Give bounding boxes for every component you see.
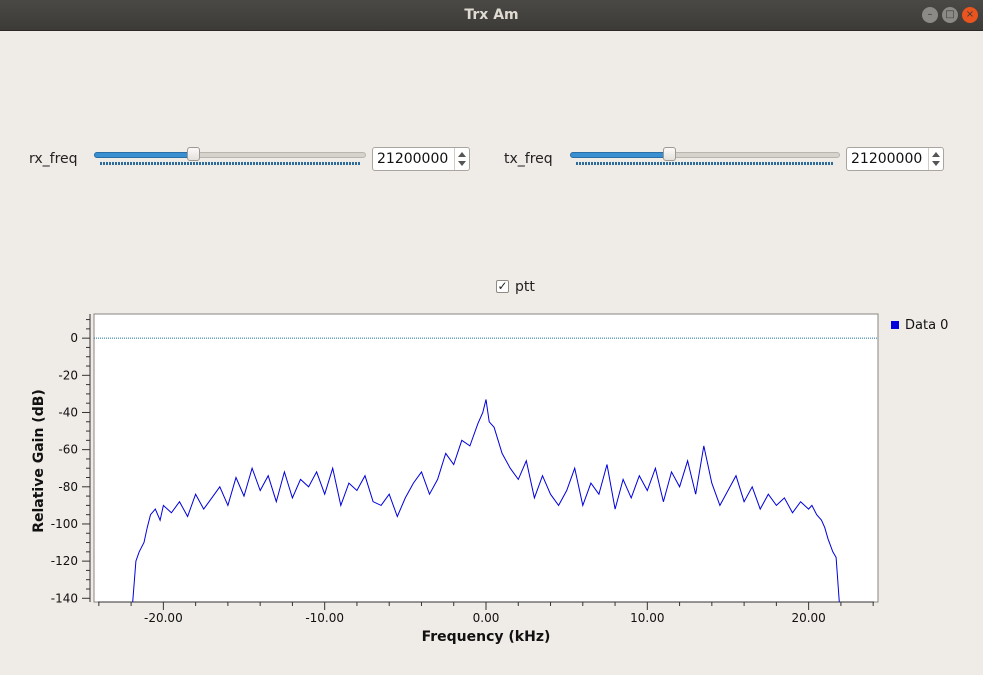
ptt-checkbox[interactable]: ✓ (496, 280, 509, 293)
slider-handle[interactable] (187, 147, 200, 161)
rx-freq-label: rx_freq (29, 151, 78, 167)
tx-freq-value[interactable]: 21200000 (851, 151, 922, 167)
y-tick-label: -80 (58, 480, 78, 494)
legend-entry[interactable]: Data 0 (905, 318, 948, 333)
spin-up-icon[interactable] (458, 152, 466, 157)
slider-handle[interactable] (663, 147, 676, 161)
spin-down-icon[interactable] (458, 161, 466, 166)
x-tick-label: -10.00 (305, 611, 344, 625)
window-title: Trx Am (464, 7, 519, 23)
x-tick-label: 0.00 (473, 611, 500, 625)
tx-freq-spinbox[interactable]: 21200000 (846, 147, 944, 171)
spin-arrows[interactable] (454, 148, 469, 170)
x-tick-label: 10.00 (630, 611, 664, 625)
plot-canvas[interactable] (93, 313, 879, 603)
slider-fill (94, 152, 194, 158)
y-tick-label: -140 (51, 591, 78, 605)
ptt-label: ptt (515, 279, 535, 295)
slider-fill (570, 152, 670, 158)
frequency-plot[interactable]: -20.00 -10.00 0.00 10.00 20.00 0 -20 -40 -60 -80… (0, 300, 983, 675)
rx-freq-slider[interactable] (94, 146, 366, 168)
rx-freq-value[interactable]: 21200000 (377, 151, 448, 167)
x-tick-label: 20.00 (791, 611, 825, 625)
spin-arrows[interactable] (928, 148, 943, 170)
y-tick-label: -60 (58, 443, 78, 457)
spin-up-icon[interactable] (932, 152, 940, 157)
y-tick-label: -40 (58, 405, 78, 419)
x-tick-label: -20.00 (144, 611, 183, 625)
legend-swatch (891, 321, 899, 329)
minimize-icon[interactable]: – (922, 7, 938, 23)
x-axis: -20.00 -10.00 0.00 10.00 20.00 (98, 601, 874, 625)
x-axis-label: Frequency (kHz) (422, 629, 551, 645)
tx-freq-label: tx_freq (504, 151, 553, 167)
y-tick-label: -120 (51, 554, 78, 568)
maximize-icon[interactable]: □ (942, 7, 958, 23)
slider-ticks (576, 162, 834, 165)
y-tick-label: -100 (51, 517, 78, 531)
checkmark-icon: ✓ (497, 279, 508, 293)
y-axis-label: Relative Gain (dB) (31, 389, 47, 533)
slider-ticks (100, 162, 360, 165)
spin-down-icon[interactable] (932, 161, 940, 166)
y-tick-label: -20 (58, 368, 78, 382)
close-icon[interactable]: × (962, 7, 978, 23)
title-bar: Trx Am – □ × (0, 0, 983, 31)
y-tick-label: 0 (70, 331, 78, 345)
tx-freq-slider[interactable] (570, 146, 840, 168)
y-axis: 0 -20 -40 -60 -80 -100 -120 -140 (51, 314, 91, 605)
rx-freq-spinbox[interactable]: 21200000 (372, 147, 470, 171)
